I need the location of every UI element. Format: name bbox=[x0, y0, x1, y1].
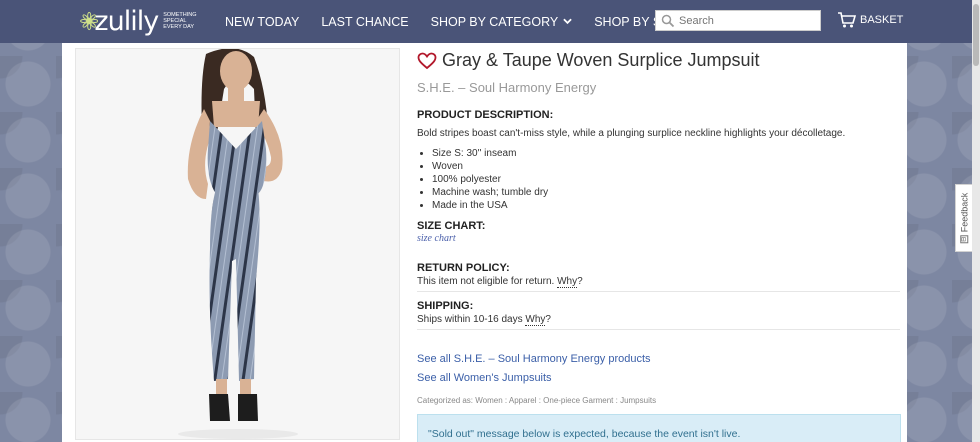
shipping-heading: SHIPPING: bbox=[417, 300, 474, 312]
cart-icon bbox=[838, 12, 857, 28]
search-box[interactable] bbox=[655, 10, 821, 31]
why-suffix: ? bbox=[577, 276, 583, 287]
size-chart-link[interactable]: size chart bbox=[417, 233, 456, 244]
product-description: Bold stripes boast can't-miss style, whi… bbox=[417, 128, 846, 139]
title-row: Gray & Taupe Woven Surplice Jumpsuit bbox=[417, 50, 760, 71]
list-item: Machine wash; tumble dry bbox=[432, 186, 548, 199]
why-shipping-link[interactable]: Why bbox=[525, 314, 546, 326]
see-all-brand-link[interactable]: See all S.H.E. – Soul Harmony Energy pro… bbox=[417, 353, 651, 365]
list-item: 100% polyester bbox=[432, 173, 548, 186]
logo-tagline: SOMETHING SPECIAL EVERY DAY bbox=[163, 12, 197, 30]
nav-label: NEW TODAY bbox=[225, 14, 300, 29]
feedback-icon: ⊟ bbox=[960, 235, 968, 244]
basket-label: BASKET bbox=[860, 14, 904, 26]
list-item: Woven bbox=[432, 160, 548, 173]
scrollbar-thumb[interactable] bbox=[973, 4, 979, 66]
feedback-tab[interactable]: ⊟ Feedback bbox=[955, 184, 972, 252]
why-suffix: ? bbox=[545, 314, 551, 325]
product-brand: S.H.E. – Soul Harmony Energy bbox=[417, 80, 597, 95]
page-scrollbar[interactable] bbox=[972, 0, 980, 442]
nav-label: LAST CHANCE bbox=[321, 14, 409, 29]
list-item: Size S: 30'' inseam bbox=[432, 147, 548, 160]
zulily-logo[interactable]: zulily SOMETHING SPECIAL EVERY DAY bbox=[80, 3, 200, 39]
feedback-inner: ⊟ Feedback bbox=[959, 193, 969, 244]
top-header: zulily SOMETHING SPECIAL EVERY DAY NEW T… bbox=[0, 0, 972, 43]
divider bbox=[417, 291, 900, 292]
see-all-category-link[interactable]: See all Women's Jumpsuits bbox=[417, 372, 552, 384]
nav-shop-by-category[interactable]: SHOP BY CATEGORY bbox=[431, 15, 573, 29]
product-title: Gray & Taupe Woven Surplice Jumpsuit bbox=[442, 50, 760, 70]
search-icon bbox=[661, 14, 675, 27]
list-item: Made in the USA bbox=[432, 199, 548, 212]
return-policy-text: This item not eligible for return. Why? bbox=[417, 276, 583, 288]
model-illustration bbox=[178, 49, 298, 439]
description-heading: PRODUCT DESCRIPTION: bbox=[417, 109, 554, 121]
ship-text: Ships within 10-16 days bbox=[417, 314, 523, 325]
logo-wordmark: zulily bbox=[94, 5, 159, 37]
basket-button[interactable]: BASKET bbox=[837, 11, 903, 29]
product-details-list: Size S: 30'' inseam Woven 100% polyester… bbox=[432, 147, 548, 212]
product-photo[interactable] bbox=[75, 48, 400, 440]
heart-icon[interactable] bbox=[417, 52, 437, 70]
why-return-link[interactable]: Why bbox=[557, 276, 578, 288]
nav-label: SHOP BY CATEGORY bbox=[430, 14, 559, 29]
size-chart-heading: SIZE CHART: bbox=[417, 220, 486, 232]
chevron-down-icon bbox=[563, 18, 572, 25]
main-nav: NEW TODAY LAST CHANCE SHOP BY CATEGORY S… bbox=[225, 0, 717, 43]
search-input[interactable] bbox=[679, 14, 819, 27]
category-breadcrumb: Categorized as: Women : Apparel : One-pi… bbox=[417, 396, 657, 405]
product-panel: Gray & Taupe Woven Surplice Jumpsuit S.H… bbox=[62, 43, 907, 442]
divider bbox=[417, 329, 900, 330]
nav-last-chance[interactable]: LAST CHANCE bbox=[321, 15, 408, 29]
return-policy-heading: RETURN POLICY: bbox=[417, 262, 510, 274]
flower-icon bbox=[80, 11, 99, 31]
info-notice: "Sold out" message below is expected, be… bbox=[417, 414, 901, 442]
shipping-text: Ships within 10-16 days Why? bbox=[417, 314, 551, 326]
return-text: This item not eligible for return. bbox=[417, 276, 555, 287]
feedback-label: Feedback bbox=[959, 192, 969, 233]
nav-new-today[interactable]: NEW TODAY bbox=[225, 15, 299, 29]
